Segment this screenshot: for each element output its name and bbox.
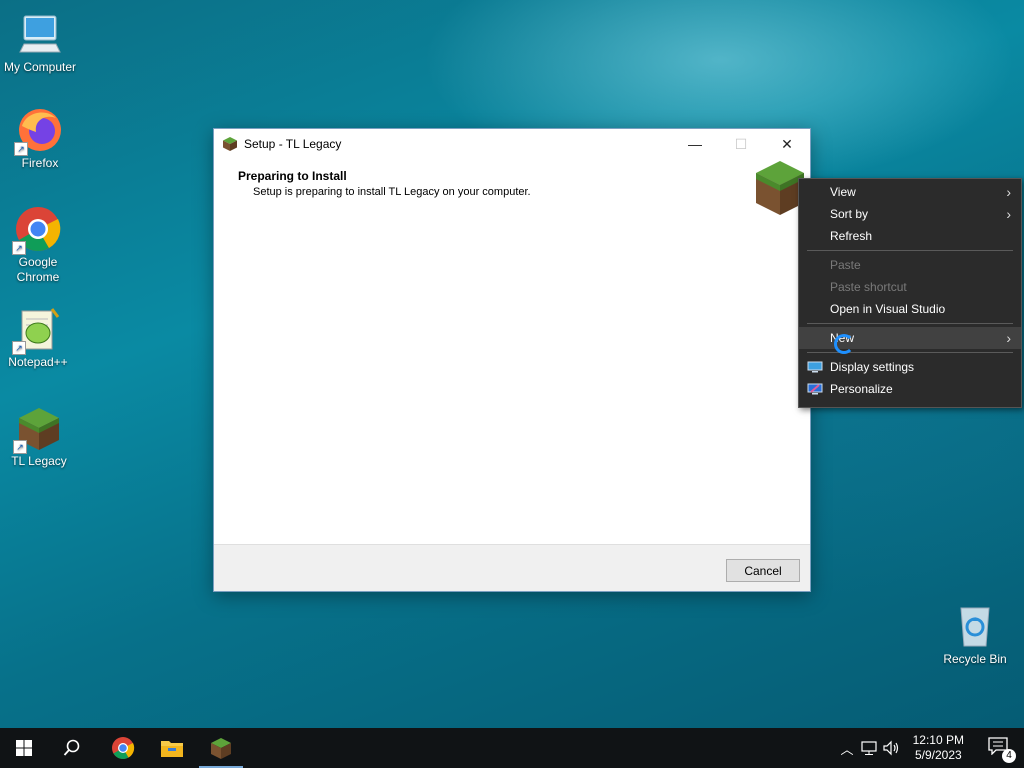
menu-item-label: Refresh bbox=[830, 229, 873, 243]
notification-count-badge: 4 bbox=[1002, 749, 1016, 763]
action-center-button[interactable]: 4 bbox=[988, 737, 1016, 763]
menu-separator bbox=[807, 323, 1013, 324]
minimize-icon: — bbox=[688, 136, 702, 152]
chevron-right-icon: › bbox=[1006, 330, 1011, 346]
taskbar-tl-legacy[interactable] bbox=[197, 728, 245, 768]
menu-item-view[interactable]: View › bbox=[799, 181, 1021, 203]
start-button[interactable] bbox=[0, 728, 48, 768]
menu-item-personalize[interactable]: Personalize bbox=[799, 378, 1021, 400]
minimize-button[interactable]: — bbox=[672, 129, 718, 159]
close-button[interactable]: ✕ bbox=[764, 129, 810, 159]
clock-date: 5/9/2023 bbox=[914, 748, 962, 762]
menu-separator bbox=[807, 250, 1013, 251]
page-heading: Preparing to Install bbox=[238, 169, 347, 183]
desktop-icon-label: Recycle Bin bbox=[943, 652, 1007, 666]
desktop-icon-label: My Computer bbox=[3, 60, 77, 74]
desktop-icon-tl-legacy[interactable]: ↗ TL Legacy bbox=[0, 404, 79, 469]
menu-item-open-in-visual-studio[interactable]: Open in Visual Studio bbox=[799, 298, 1021, 320]
maximize-button: ☐ bbox=[718, 129, 764, 159]
window-footer: Cancel bbox=[214, 544, 810, 591]
computer-icon bbox=[16, 10, 64, 58]
maximize-icon: ☐ bbox=[734, 135, 748, 152]
window-title-bar[interactable]: Setup - TL Legacy — ☐ ✕ bbox=[214, 129, 810, 159]
menu-item-paste-shortcut: Paste shortcut bbox=[799, 276, 1021, 298]
taskbar-clock[interactable]: 12:10 PM 5/9/2023 bbox=[913, 733, 964, 763]
taskbar-chrome[interactable] bbox=[99, 728, 147, 768]
menu-item-sort-by[interactable]: Sort by › bbox=[799, 203, 1021, 225]
volume-icon[interactable] bbox=[882, 740, 900, 756]
menu-item-label: View bbox=[830, 185, 856, 199]
personalize-icon bbox=[807, 383, 823, 395]
setup-window: Setup - TL Legacy — ☐ ✕ Preparing to Ins… bbox=[213, 128, 811, 592]
desktop-icon-firefox[interactable]: ↗ Firefox bbox=[0, 106, 80, 171]
window-title: Setup - TL Legacy bbox=[244, 137, 342, 151]
shortcut-arrow-icon: ↗ bbox=[14, 142, 28, 156]
shortcut-arrow-icon: ↗ bbox=[12, 241, 26, 255]
desktop-icon-label: TL Legacy bbox=[11, 454, 67, 468]
system-tray: ︿ bbox=[838, 728, 900, 768]
desktop-icon-my-computer[interactable]: My Computer bbox=[0, 10, 80, 75]
menu-item-label: Personalize bbox=[830, 382, 893, 396]
chevron-right-icon: › bbox=[1006, 184, 1011, 200]
close-icon: ✕ bbox=[781, 135, 793, 152]
shortcut-arrow-icon: ↗ bbox=[13, 440, 27, 454]
menu-item-display-settings[interactable]: Display settings bbox=[799, 356, 1021, 378]
folder-icon bbox=[161, 741, 183, 757]
chevron-up-icon[interactable]: ︿ bbox=[838, 739, 856, 758]
display-icon bbox=[807, 361, 823, 373]
grass-block-icon bbox=[211, 738, 231, 759]
menu-item-refresh[interactable]: Refresh bbox=[799, 225, 1021, 247]
search-icon bbox=[63, 739, 80, 756]
firefox-icon: ↗ bbox=[14, 106, 64, 156]
recycle-bin-icon bbox=[951, 602, 999, 650]
page-subtext: Setup is preparing to install TL Legacy … bbox=[253, 186, 531, 198]
desktop-context-menu: View › Sort by › Refresh Paste Paste sho… bbox=[798, 178, 1022, 408]
desktop-icon-recycle-bin[interactable]: Recycle Bin bbox=[935, 602, 1015, 667]
chevron-right-icon: › bbox=[1006, 206, 1011, 222]
desktop-icon-label: Notepad++ bbox=[8, 355, 68, 369]
notepadpp-icon: ↗ bbox=[12, 305, 62, 355]
search-button[interactable] bbox=[48, 728, 96, 768]
taskbar: ︿ 12:10 PM 5/9/2023 4 bbox=[0, 728, 1024, 768]
windows-logo-icon bbox=[16, 740, 32, 756]
menu-item-label: Paste bbox=[830, 258, 861, 272]
grass-block-icon bbox=[223, 137, 237, 151]
menu-item-label: Display settings bbox=[830, 360, 915, 374]
desktop-icon-notepadpp[interactable]: ↗ Notepad++ bbox=[0, 305, 78, 370]
desktop-icon-label: Google Chrome bbox=[16, 255, 60, 284]
menu-item-new[interactable]: New › bbox=[799, 327, 1021, 349]
menu-item-label: Paste shortcut bbox=[830, 280, 907, 294]
desktop-icon-label: Firefox bbox=[21, 156, 59, 170]
chrome-icon bbox=[112, 737, 135, 759]
shortcut-arrow-icon: ↗ bbox=[12, 341, 26, 355]
network-icon[interactable] bbox=[860, 740, 878, 756]
menu-item-paste: Paste bbox=[799, 254, 1021, 276]
chrome-icon: ↗ bbox=[12, 205, 62, 255]
grass-block-icon: ↗ bbox=[13, 404, 63, 454]
cancel-button[interactable]: Cancel bbox=[726, 559, 800, 582]
menu-item-label: Open in Visual Studio bbox=[830, 302, 946, 316]
desktop-icon-google-chrome[interactable]: ↗ Google Chrome bbox=[0, 205, 78, 285]
busy-cursor-icon bbox=[834, 334, 854, 354]
menu-item-label: Sort by bbox=[830, 207, 869, 221]
taskbar-file-explorer[interactable] bbox=[148, 728, 196, 768]
clock-time: 12:10 PM bbox=[912, 733, 964, 747]
